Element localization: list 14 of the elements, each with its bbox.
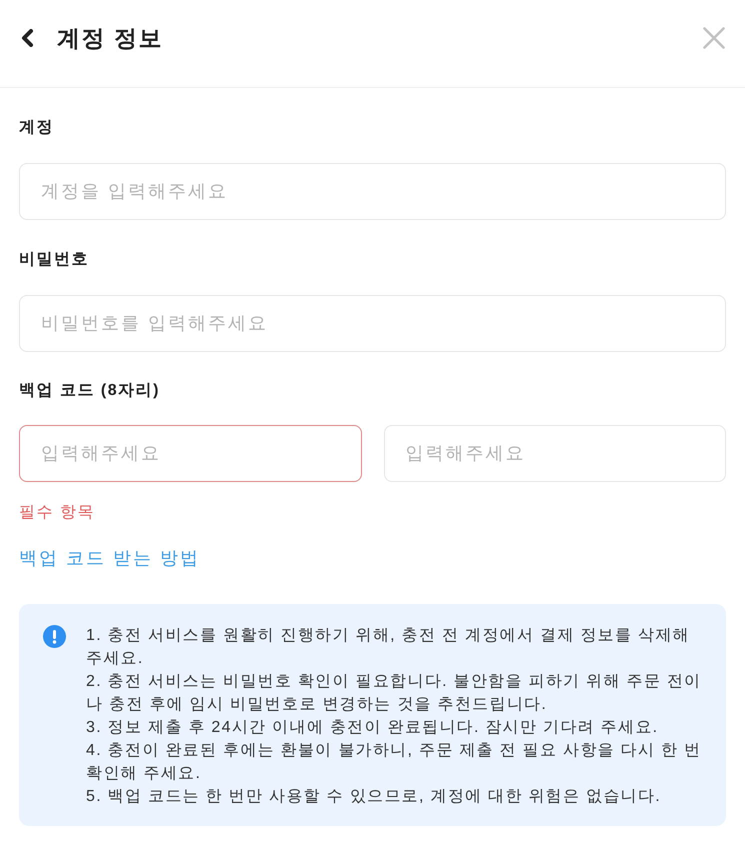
help-link[interactable]: 백업 코드 받는 방법 xyxy=(19,547,200,569)
back-icon[interactable] xyxy=(19,28,35,48)
notice-text: 1. 충전 서비스를 원활히 진행하기 위해, 충전 전 계정에서 결제 정보를 삭제해 주세요. xyxy=(86,626,691,669)
input-field[interactable]: 입력해주세요 xyxy=(19,425,362,482)
field-label: 계정 xyxy=(19,118,54,138)
exclamation-icon xyxy=(43,625,66,648)
page-title: 계정 정보 xyxy=(57,24,163,52)
notice-text: 4. 충전이 완료된 후에는 환불이 불가하니, 주문 제출 전 필요 사항을 다시 한 번 확인해 주세요. xyxy=(86,741,702,784)
field-label: 비밀번호 xyxy=(19,250,89,270)
notice-text: 3. 정보 제출 후 24시간 이내에 충전이 완료됩니다. 잠시만 기다려 주세요. xyxy=(86,718,660,738)
notice-text: 5. 백업 코드는 한 번만 사용할 수 있으므로, 계정에 대한 위험은 없습니다. xyxy=(86,787,662,807)
error-message: 필수 항목 xyxy=(19,503,95,523)
notice-text: 2. 충전 서비스는 비밀번호 확인이 필요합니다. 불안함을 피하기 위해 주문 전이나 충전 후에 임시 비밀번호로 변경하는 것을 추천드립니다. xyxy=(86,672,702,715)
field-label: 백업 코드 (8자리) xyxy=(19,381,160,401)
